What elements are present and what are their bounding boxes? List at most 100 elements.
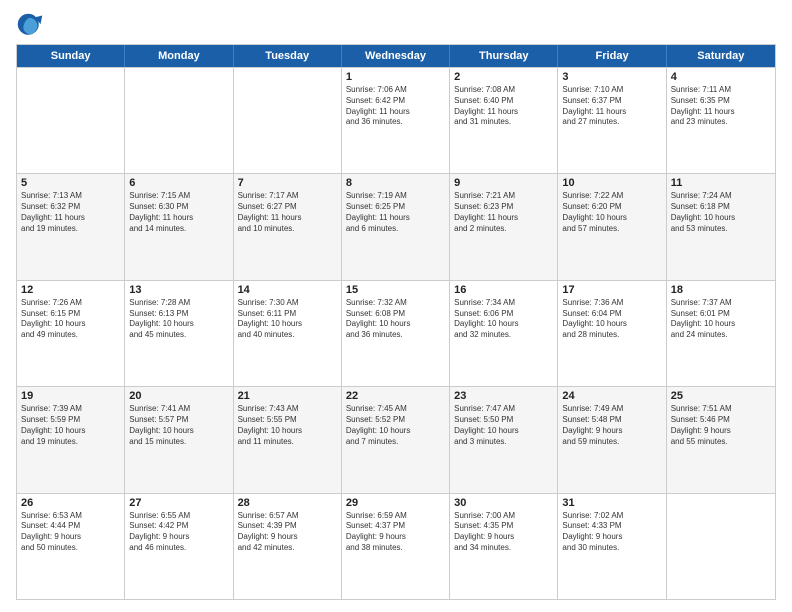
day-cell-27: 27 Sunrise: 6:55 AM Sunset: 4:42 PM Dayli… xyxy=(125,494,233,599)
day-number: 23 xyxy=(454,390,553,402)
day-number: 1 xyxy=(346,71,445,83)
day-number: 27 xyxy=(129,497,228,509)
logo-icon xyxy=(16,12,44,40)
day-number: 18 xyxy=(671,284,771,296)
day-cell-23: 23 Sunrise: 7:47 AM Sunset: 5:50 PM Dayli… xyxy=(450,387,558,492)
day-header-wednesday: Wednesday xyxy=(342,45,450,67)
empty-cell xyxy=(234,68,342,173)
day-cell-28: 28 Sunrise: 6:57 AM Sunset: 4:39 PM Dayli… xyxy=(234,494,342,599)
day-cell-18: 18Sunrise: 7:37 AM Sunset: 6:01 PM Dayli… xyxy=(667,281,775,386)
day-cell-24: 24Sunrise: 7:49 AM Sunset: 5:48 PM Dayli… xyxy=(558,387,666,492)
day-info: Sunrise: 7:21 AM Sunset: 6:23 PM Dayligh… xyxy=(454,191,553,234)
day-cell-6: 6Sunrise: 7:15 AM Sunset: 6:30 PM Daylig… xyxy=(125,174,233,279)
day-number: 19 xyxy=(21,390,120,402)
day-info: Sunrise: 6:55 AM Sunset: 4:42 PM Dayligh… xyxy=(129,511,228,554)
day-number: 8 xyxy=(346,177,445,189)
day-cell-10: 10 Sunrise: 7:22 AM Sunset: 6:20 PM Dayli… xyxy=(558,174,666,279)
day-cell-31: 31Sunrise: 7:02 AM Sunset: 4:33 PM Dayli… xyxy=(558,494,666,599)
week-row-5: 26 Sunrise: 6:53 AM Sunset: 4:44 PM Dayli… xyxy=(17,493,775,599)
day-number: 31 xyxy=(562,497,661,509)
day-cell-21: 21 Sunrise: 7:43 AM Sunset: 5:55 PM Dayli… xyxy=(234,387,342,492)
day-header-tuesday: Tuesday xyxy=(234,45,342,67)
day-cell-25: 25 Sunrise: 7:51 AM Sunset: 5:46 PM Dayli… xyxy=(667,387,775,492)
calendar-body: 1 Sunrise: 7:06 AM Sunset: 6:42 PM Daylig… xyxy=(17,67,775,599)
day-info: Sunrise: 7:45 AM Sunset: 5:52 PM Dayligh… xyxy=(346,404,445,447)
empty-cell xyxy=(667,494,775,599)
day-cell-2: 2Sunrise: 7:08 AM Sunset: 6:40 PM Daylig… xyxy=(450,68,558,173)
day-info: Sunrise: 6:57 AM Sunset: 4:39 PM Dayligh… xyxy=(238,511,337,554)
day-info: Sunrise: 6:59 AM Sunset: 4:37 PM Dayligh… xyxy=(346,511,445,554)
day-info: Sunrise: 7:08 AM Sunset: 6:40 PM Dayligh… xyxy=(454,85,553,128)
day-number: 16 xyxy=(454,284,553,296)
day-info: Sunrise: 7:10 AM Sunset: 6:37 PM Dayligh… xyxy=(562,85,661,128)
week-row-4: 19 Sunrise: 7:39 AM Sunset: 5:59 PM Dayli… xyxy=(17,386,775,492)
day-cell-4: 4 Sunrise: 7:11 AM Sunset: 6:35 PM Daylig… xyxy=(667,68,775,173)
day-header-friday: Friday xyxy=(558,45,666,67)
day-cell-26: 26 Sunrise: 6:53 AM Sunset: 4:44 PM Dayli… xyxy=(17,494,125,599)
day-info: Sunrise: 7:15 AM Sunset: 6:30 PM Dayligh… xyxy=(129,191,228,234)
day-number: 26 xyxy=(21,497,120,509)
day-number: 21 xyxy=(238,390,337,402)
day-header-saturday: Saturday xyxy=(667,45,775,67)
day-number: 11 xyxy=(671,177,771,189)
day-cell-8: 8 Sunrise: 7:19 AM Sunset: 6:25 PM Daylig… xyxy=(342,174,450,279)
day-number: 7 xyxy=(238,177,337,189)
calendar: SundayMondayTuesdayWednesdayThursdayFrid… xyxy=(16,44,776,600)
day-number: 28 xyxy=(238,497,337,509)
day-cell-22: 22 Sunrise: 7:45 AM Sunset: 5:52 PM Dayli… xyxy=(342,387,450,492)
day-info: Sunrise: 7:32 AM Sunset: 6:08 PM Dayligh… xyxy=(346,298,445,341)
day-info: Sunrise: 7:34 AM Sunset: 6:06 PM Dayligh… xyxy=(454,298,553,341)
logo xyxy=(16,12,48,40)
day-cell-13: 13Sunrise: 7:28 AM Sunset: 6:13 PM Dayli… xyxy=(125,281,233,386)
day-info: Sunrise: 7:24 AM Sunset: 6:18 PM Dayligh… xyxy=(671,191,771,234)
day-number: 17 xyxy=(562,284,661,296)
day-info: Sunrise: 7:51 AM Sunset: 5:46 PM Dayligh… xyxy=(671,404,771,447)
day-number: 14 xyxy=(238,284,337,296)
day-number: 10 xyxy=(562,177,661,189)
day-info: Sunrise: 7:41 AM Sunset: 5:57 PM Dayligh… xyxy=(129,404,228,447)
day-number: 5 xyxy=(21,177,120,189)
day-info: Sunrise: 7:47 AM Sunset: 5:50 PM Dayligh… xyxy=(454,404,553,447)
day-cell-20: 20Sunrise: 7:41 AM Sunset: 5:57 PM Dayli… xyxy=(125,387,233,492)
week-row-3: 12Sunrise: 7:26 AM Sunset: 6:15 PM Dayli… xyxy=(17,280,775,386)
day-number: 25 xyxy=(671,390,771,402)
day-number: 30 xyxy=(454,497,553,509)
day-info: Sunrise: 7:00 AM Sunset: 4:35 PM Dayligh… xyxy=(454,511,553,554)
day-headers-row: SundayMondayTuesdayWednesdayThursdayFrid… xyxy=(17,45,775,67)
day-cell-29: 29 Sunrise: 6:59 AM Sunset: 4:37 PM Dayli… xyxy=(342,494,450,599)
day-info: Sunrise: 7:06 AM Sunset: 6:42 PM Dayligh… xyxy=(346,85,445,128)
day-cell-14: 14 Sunrise: 7:30 AM Sunset: 6:11 PM Dayli… xyxy=(234,281,342,386)
day-info: Sunrise: 7:30 AM Sunset: 6:11 PM Dayligh… xyxy=(238,298,337,341)
day-number: 29 xyxy=(346,497,445,509)
day-cell-5: 5 Sunrise: 7:13 AM Sunset: 6:32 PM Daylig… xyxy=(17,174,125,279)
day-info: Sunrise: 7:19 AM Sunset: 6:25 PM Dayligh… xyxy=(346,191,445,234)
day-cell-11: 11 Sunrise: 7:24 AM Sunset: 6:18 PM Dayli… xyxy=(667,174,775,279)
day-info: Sunrise: 7:13 AM Sunset: 6:32 PM Dayligh… xyxy=(21,191,120,234)
day-info: Sunrise: 7:26 AM Sunset: 6:15 PM Dayligh… xyxy=(21,298,120,341)
day-cell-9: 9Sunrise: 7:21 AM Sunset: 6:23 PM Daylig… xyxy=(450,174,558,279)
day-number: 22 xyxy=(346,390,445,402)
day-cell-3: 3Sunrise: 7:10 AM Sunset: 6:37 PM Daylig… xyxy=(558,68,666,173)
day-info: Sunrise: 7:49 AM Sunset: 5:48 PM Dayligh… xyxy=(562,404,661,447)
day-number: 13 xyxy=(129,284,228,296)
day-info: Sunrise: 7:17 AM Sunset: 6:27 PM Dayligh… xyxy=(238,191,337,234)
calendar-page: SundayMondayTuesdayWednesdayThursdayFrid… xyxy=(0,0,792,612)
day-info: Sunrise: 7:22 AM Sunset: 6:20 PM Dayligh… xyxy=(562,191,661,234)
day-cell-19: 19 Sunrise: 7:39 AM Sunset: 5:59 PM Dayli… xyxy=(17,387,125,492)
day-info: Sunrise: 7:43 AM Sunset: 5:55 PM Dayligh… xyxy=(238,404,337,447)
day-cell-1: 1 Sunrise: 7:06 AM Sunset: 6:42 PM Daylig… xyxy=(342,68,450,173)
day-cell-17: 17 Sunrise: 7:36 AM Sunset: 6:04 PM Dayli… xyxy=(558,281,666,386)
day-cell-30: 30 Sunrise: 7:00 AM Sunset: 4:35 PM Dayli… xyxy=(450,494,558,599)
day-info: Sunrise: 7:36 AM Sunset: 6:04 PM Dayligh… xyxy=(562,298,661,341)
day-number: 15 xyxy=(346,284,445,296)
week-row-2: 5 Sunrise: 7:13 AM Sunset: 6:32 PM Daylig… xyxy=(17,173,775,279)
day-info: Sunrise: 6:53 AM Sunset: 4:44 PM Dayligh… xyxy=(21,511,120,554)
day-info: Sunrise: 7:39 AM Sunset: 5:59 PM Dayligh… xyxy=(21,404,120,447)
day-info: Sunrise: 7:11 AM Sunset: 6:35 PM Dayligh… xyxy=(671,85,771,128)
page-header xyxy=(16,12,776,40)
day-number: 4 xyxy=(671,71,771,83)
day-header-thursday: Thursday xyxy=(450,45,558,67)
day-header-sunday: Sunday xyxy=(17,45,125,67)
empty-cell xyxy=(125,68,233,173)
empty-cell xyxy=(17,68,125,173)
